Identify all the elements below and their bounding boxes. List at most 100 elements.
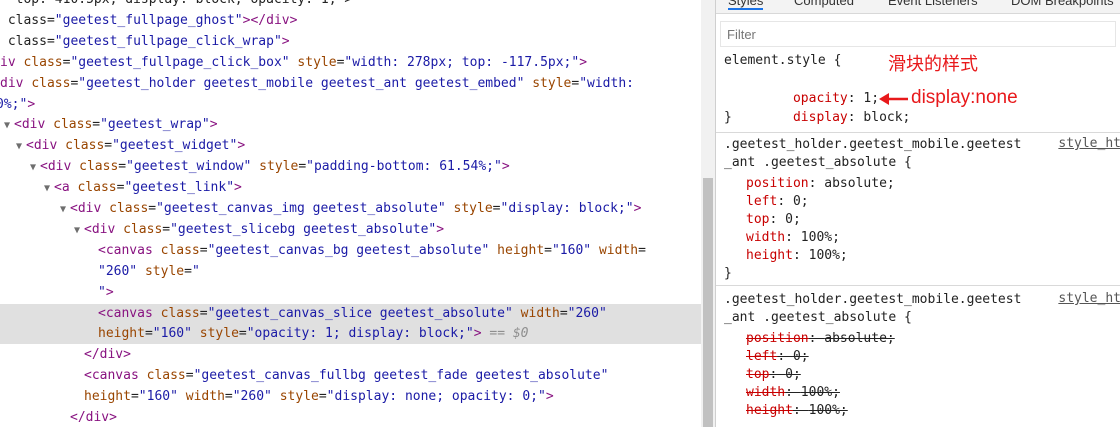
styles-filter[interactable] (720, 21, 1116, 47)
dom-node-selected[interactable]: height="160" style="opacity: 1; display:… (0, 324, 701, 345)
dom-token: width (591, 242, 639, 258)
dom-node[interactable]: class="geetest_fullpage_click_wrap"> (0, 32, 290, 52)
dom-node[interactable]: "> (0, 283, 114, 303)
dom-token: "geetest_canvas_img geetest_absolute" (156, 201, 446, 216)
dom-token: = (318, 389, 327, 405)
dom-node[interactable]: </div> (0, 408, 117, 427)
dom-token: "width: 278px; top: -117.5px;" (344, 54, 580, 70)
dom-token: <div (40, 159, 80, 175)
dom-token: = (298, 159, 307, 175)
style-property-overridden[interactable]: top: 0; (746, 366, 801, 384)
dom-token: " (191, 263, 200, 279)
style-property[interactable]: top: 0; (746, 211, 801, 229)
dom-node[interactable]: iv class="geetest_fullpage_click_box" st… (0, 53, 587, 73)
dom-token: class (53, 117, 93, 133)
dom-node[interactable]: </div> (0, 345, 131, 365)
style-property[interactable]: opacity: 1; (746, 72, 879, 106)
rule-source-link[interactable]: style_ht (1058, 291, 1120, 306)
dom-node[interactable]: ▼ <div class="geetest_wrap"> (0, 115, 218, 135)
dom-token: = (199, 305, 208, 321)
dom-node[interactable]: ▼ <div class="geetest_widget"> (0, 136, 245, 156)
style-property-overridden[interactable]: left: 0; (746, 348, 809, 366)
dom-token: class (146, 368, 186, 384)
dom-node[interactable]: "260" style=" (0, 262, 200, 282)
dom-node[interactable]: ▼ <div class = "geetest_canvas_img geetest_… (0, 199, 641, 219)
elements-scrollbar[interactable] (701, 0, 715, 427)
dom-token: "geetest_fullpage_click_box" (70, 54, 290, 70)
dom-node[interactable]: div class="geetest_holder geetest_mobile… (0, 74, 634, 94)
property-name: display (792, 110, 848, 125)
style-property[interactable]: width: 100%; (746, 229, 840, 247)
dom-node[interactable]: class="geetest_fullpage_ghost"></div> (0, 11, 298, 31)
dom-token: <div (70, 201, 110, 216)
dom-node[interactable]: height="160" width="260" style="display:… (0, 387, 554, 407)
dom-token: = (224, 389, 233, 405)
css-rule-overridden: .geetest_holder.geetest_mobile.geetest _… (716, 287, 1120, 427)
dom-token: class (160, 305, 200, 321)
dom-token: = (638, 242, 646, 258)
dom-token: > (105, 284, 114, 300)
tab-dom-breakpoints[interactable]: DOM Breakpoints (1011, 0, 1114, 8)
annotation-arrow-icon (879, 93, 908, 105)
filter-input[interactable] (721, 22, 1115, 46)
element-style-rule: element.style { opacity: 1; display: blo… (716, 50, 1120, 133)
dom-token: "geetest_link" (124, 180, 235, 196)
dom-token: div (0, 75, 32, 91)
dom-token: > (237, 138, 246, 154)
property-name: height (746, 403, 793, 418)
dom-token: > (209, 117, 218, 133)
dom-token: style (289, 54, 337, 70)
dom-token: class (31, 75, 71, 91)
dom-node[interactable]: <canvas class="geetest_canvas_bg geetest… (0, 241, 646, 261)
dom-node[interactable]: 0%;"> (0, 95, 35, 115)
dom-token: = (185, 368, 194, 384)
dom-node-selected[interactable]: <canvas class="geetest_canvas_slice geet… (0, 303, 701, 324)
style-property[interactable]: height: 100%; (746, 247, 848, 265)
style-property-overridden[interactable]: position: absolute; (746, 330, 895, 348)
expand-triangle-icon[interactable]: ▼ (26, 158, 40, 178)
scrollbar-thumb[interactable] (703, 178, 713, 427)
dom-token: = (544, 242, 552, 258)
tab-computed[interactable]: Computed (794, 0, 854, 8)
dom-token: class (109, 201, 149, 216)
dom-token: <div (84, 221, 124, 237)
dom-token: = (184, 263, 192, 279)
dom-token: class (23, 54, 63, 70)
dom-token: "geetest_fullpage_ghost" (54, 12, 243, 28)
dom-token: height (84, 389, 131, 405)
expand-triangle-icon[interactable]: ▼ (70, 221, 84, 241)
dom-token: <div (14, 117, 54, 133)
dom-node[interactable]: <canvas class="geetest_canvas_fullbg gee… (0, 366, 608, 386)
dom-token: iv (0, 54, 24, 70)
dom-token: 0%;" (0, 96, 28, 112)
tab-event-listeners[interactable]: Event Listeners (888, 0, 978, 8)
style-property[interactable]: position: absolute; (746, 175, 895, 193)
property-name: position (746, 331, 809, 346)
dom-token: = (492, 201, 501, 216)
dom-node[interactable]: top: 410.5px; display: block; opacity: 1… (0, 0, 353, 10)
expand-triangle-icon[interactable]: ▼ (56, 200, 70, 220)
style-property-overridden[interactable]: height: 100%; (746, 402, 848, 420)
style-property-overridden[interactable]: width: 100%; (746, 384, 840, 402)
dom-token: > (281, 33, 290, 49)
elements-panel: top: 410.5px; display: block; opacity: 1… (0, 0, 701, 427)
dom-token: = (130, 389, 139, 405)
dom-token: class (77, 180, 117, 196)
dom-token: "display: none; opacity: 0;" (326, 389, 546, 405)
dom-token: height (98, 326, 145, 342)
expand-triangle-icon[interactable]: ▼ (12, 137, 26, 157)
dom-token: "260" (567, 305, 607, 321)
style-property[interactable]: left: 0; (746, 193, 809, 211)
rule-source-link[interactable]: style_ht (1058, 136, 1120, 151)
expand-triangle-icon[interactable]: ▼ (40, 179, 54, 199)
dom-token: width (512, 305, 560, 321)
expand-triangle-icon[interactable]: ▼ (0, 116, 14, 136)
rule-selector: .geetest_holder.geetest_mobile.geetest (724, 137, 1022, 152)
dom-node[interactable]: ▼ <a class="geetest_link"> (0, 178, 242, 198)
dom-token: style (445, 201, 493, 216)
dom-token: "geetest_holder geetest_mobile geetest_a… (78, 75, 525, 91)
dom-node[interactable]: ▼ <div class="geetest_window" style="padd… (0, 157, 510, 177)
tab-styles[interactable]: Styles (728, 0, 764, 10)
dom-token: "geetest_slicebg geetest_absolute" (170, 221, 437, 237)
dom-node[interactable]: ▼ <div class="geetest_slicebg geetest_abs… (0, 220, 444, 240)
